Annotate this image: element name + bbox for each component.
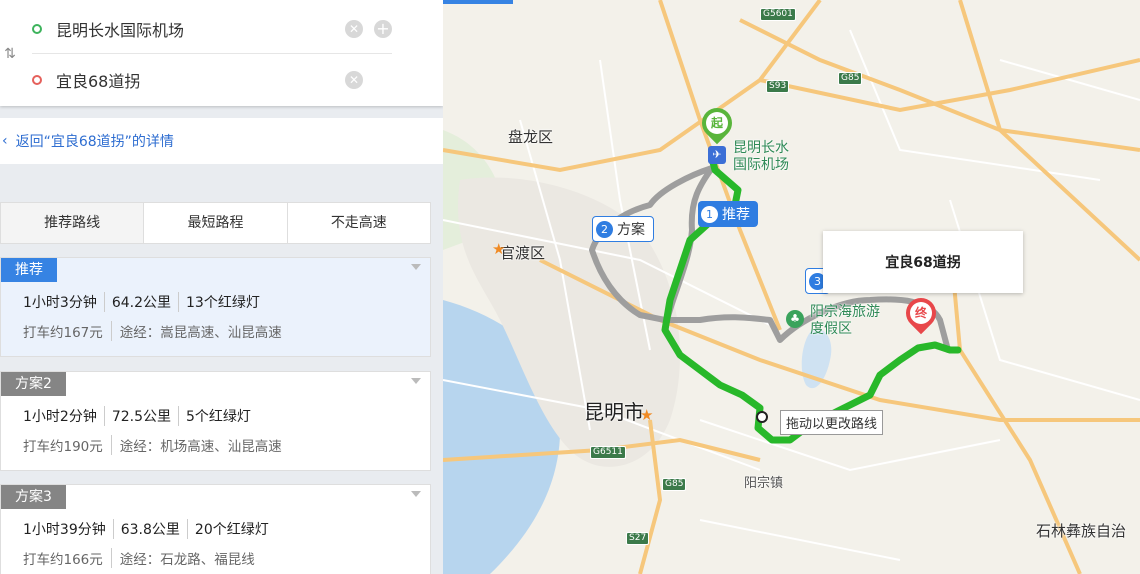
map-label-yangzong: 阳宗镇	[744, 476, 784, 491]
city-star-icon: ★	[640, 406, 654, 424]
route-stats: 1小时39分钟 63.8公里 20个红绿灯	[23, 519, 276, 539]
tree-icon: ♣	[786, 310, 804, 328]
route-time: 1小时39分钟	[23, 522, 106, 538]
route-via: 途经：嵩昆高速、汕昆高速	[110, 321, 282, 341]
tab-no-highway[interactable]: 不走高速	[288, 203, 430, 243]
route-distance: 64.2公里	[103, 292, 178, 312]
route-card-2[interactable]: 方案2 1小时2分钟 72.5公里 5个红绿灯 打车约190元 途经：机场高速、…	[0, 371, 431, 471]
route-badge: 方案2	[1, 372, 66, 396]
route-lights: 20个红绿灯	[186, 519, 276, 539]
poi-airport[interactable]: 昆明长水 国际机场	[733, 140, 789, 174]
route-distance: 63.8公里	[112, 519, 187, 539]
shield-s27: S27	[626, 532, 650, 545]
back-link[interactable]: ‹ 返回“宜良68道拐”的详情	[0, 118, 443, 164]
route-stats: 1小时3分钟 64.2公里 13个红绿灯	[23, 292, 267, 312]
route-meta: 打车约167元 途经：嵩昆高速、汕昆高速	[23, 321, 282, 341]
route-number: 2	[596, 220, 613, 238]
route-badge: 方案3	[1, 485, 66, 509]
start-row: 昆明长水国际机场 ✕ +	[32, 4, 392, 54]
end-pin-label: 终	[910, 302, 932, 324]
district-star-icon: ★	[492, 240, 506, 258]
shield-g6511: G6511	[590, 446, 626, 459]
map-label-panlong: 盘龙区	[508, 128, 554, 146]
start-pin-label: 起	[706, 112, 728, 134]
route-taxi: 打车约167元	[23, 325, 103, 341]
route-panel: ⇅ 昆明长水国际机场 ✕ + 宜良68道拐 ✕ ‹ 返回“宜良68道拐”的详情 …	[0, 0, 443, 574]
search-box: ⇅ 昆明长水国际机场 ✕ + 宜良68道拐 ✕	[0, 0, 443, 106]
route-via: 途经：机场高速、汕昆高速	[110, 435, 282, 455]
start-input[interactable]: 昆明长水国际机场	[56, 17, 341, 41]
route-taxi: 打车约166元	[23, 552, 103, 568]
tab-recommended[interactable]: 推荐路线	[1, 203, 145, 243]
end-input[interactable]: 宜良68道拐	[56, 68, 341, 92]
route-meta: 打车约190元 途经：机场高速、汕昆高速	[23, 435, 282, 455]
route-taxi: 打车约190元	[23, 439, 103, 455]
shield-g85: G85	[838, 72, 863, 85]
caret-down-icon[interactable]	[411, 378, 421, 384]
clear-icon[interactable]: ✕	[345, 19, 363, 38]
drag-tooltip: 拖动以更改路线	[780, 410, 884, 435]
tab-shortest[interactable]: 最短路程	[144, 203, 288, 243]
route-card-3[interactable]: 方案3 1小时39分钟 63.8公里 20个红绿灯 打车约166元 途经：石龙路…	[0, 484, 431, 574]
end-row: 宜良68道拐 ✕	[32, 55, 392, 105]
route-tag-plan2[interactable]: 2 方案	[592, 216, 654, 242]
route-tag-label: 方案	[617, 222, 645, 238]
map-label-guandu: 官渡区	[500, 244, 546, 262]
end-dot-icon	[32, 75, 42, 85]
route-lights: 13个红绿灯	[178, 292, 267, 312]
airport-icon: ✈	[708, 146, 726, 164]
route-badge: 推荐	[1, 258, 57, 282]
route-card-1[interactable]: 推荐 1小时3分钟 64.2公里 13个红绿灯 打车约167元 途经：嵩昆高速、…	[0, 257, 431, 357]
shield-s93: S93	[766, 80, 790, 93]
swap-icon[interactable]: ⇅	[0, 44, 20, 64]
route-stats: 1小时2分钟 72.5公里 5个红绿灯	[23, 406, 258, 426]
add-waypoint-icon[interactable]: +	[374, 19, 392, 38]
map-top-accent	[443, 0, 513, 4]
caret-down-icon[interactable]	[411, 491, 421, 497]
route-time: 1小时3分钟	[23, 295, 97, 311]
start-dot-icon	[32, 23, 42, 34]
route-tag-recommended[interactable]: 1 推荐	[698, 201, 758, 227]
shield-g85-south: G85	[662, 478, 687, 491]
poi-resort[interactable]: 阳宗海旅游 度假区	[810, 304, 880, 338]
chevron-left-icon: ‹	[2, 133, 8, 149]
route-number: 1	[701, 205, 718, 223]
map-label-shilin: 石林彝族自治	[1036, 522, 1127, 540]
route-lights: 5个红绿灯	[178, 406, 258, 426]
route-distance: 72.5公里	[103, 406, 178, 426]
clear-icon[interactable]: ✕	[345, 71, 363, 89]
destination-card: 宜良68道拐	[823, 231, 1023, 293]
route-via: 途经：石龙路、福昆线	[110, 548, 255, 568]
caret-down-icon[interactable]	[411, 264, 421, 270]
back-link-label: 返回“宜良68道拐”的详情	[15, 134, 174, 150]
route-tag-label: 推荐	[722, 207, 750, 223]
route-meta: 打车约166元 途经：石龙路、福昆线	[23, 548, 255, 568]
shield-g5601: G5601	[760, 8, 796, 21]
drag-handle[interactable]	[756, 411, 768, 423]
map-label-kunming: 昆明市	[584, 400, 644, 424]
route-tabs: 推荐路线 最短路程 不走高速	[0, 202, 431, 244]
route-time: 1小时2分钟	[23, 409, 97, 425]
